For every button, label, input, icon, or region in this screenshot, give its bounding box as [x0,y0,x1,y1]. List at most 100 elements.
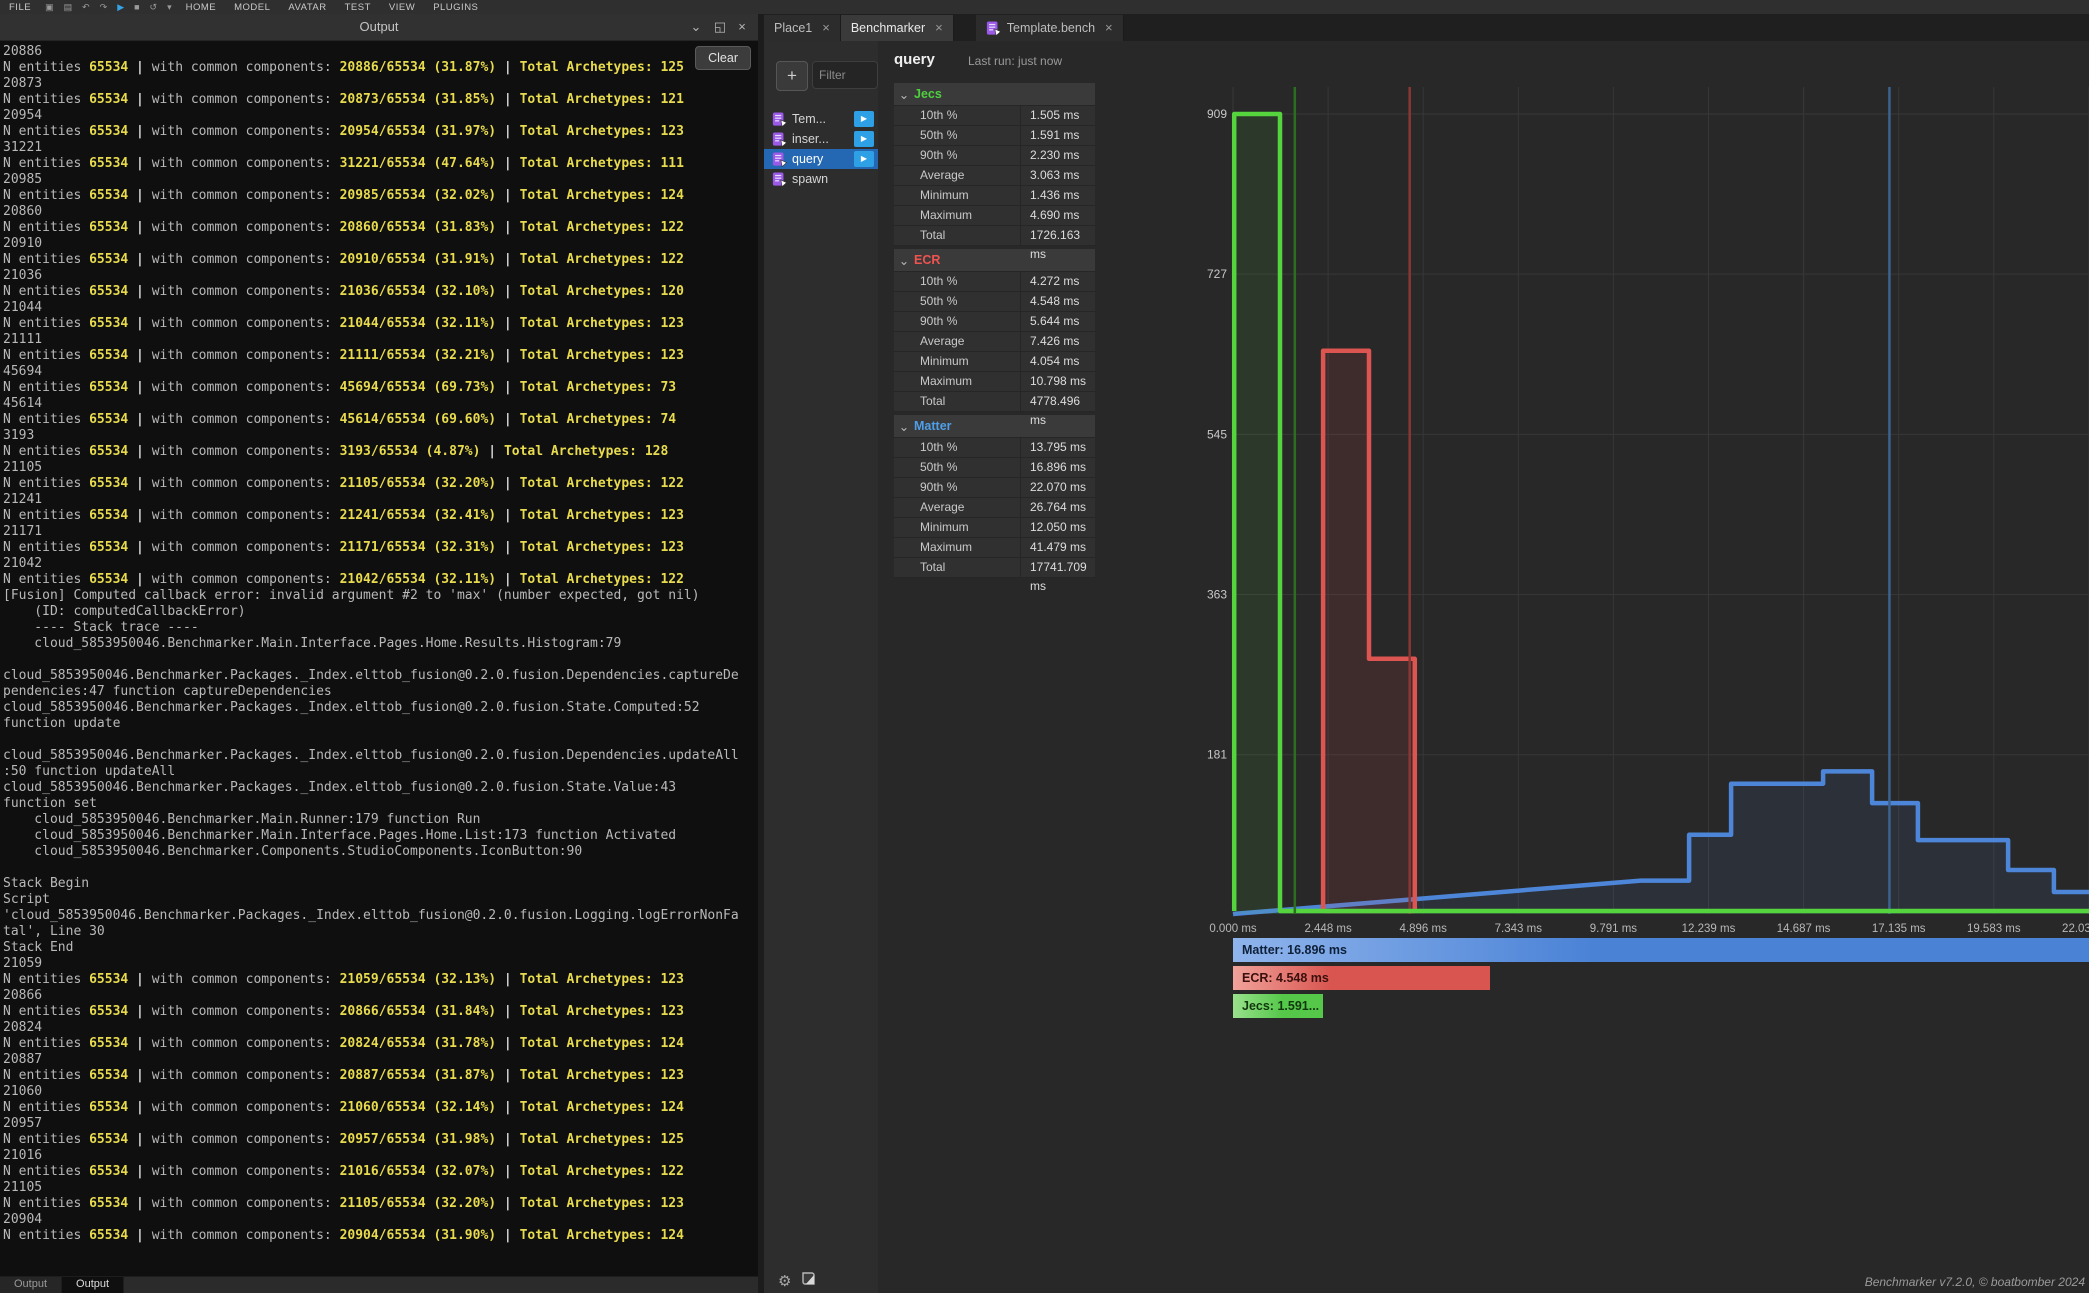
clear-button[interactable]: Clear [695,46,751,70]
error-log-line [3,732,739,748]
log-line: 20860 [3,204,739,220]
log-line: N entities 65534 | with common component… [3,444,739,460]
play-button[interactable]: ▶ [112,2,129,13]
close-icon[interactable]: × [935,15,943,41]
log-line: N entities 65534 | with common component… [3,1164,739,1180]
redo-icon[interactable]: ↷ [95,2,113,13]
doc-tab-place1[interactable]: Place1× [764,15,841,41]
dock-icon[interactable]: ◱ [710,17,730,37]
log-line: N entities 65534 | with common component… [3,1004,739,1020]
doc-tab-template-bench[interactable]: Template.bench × [976,15,1124,41]
error-log-line: function update [3,716,739,732]
close-icon[interactable]: × [732,17,752,37]
log-line: 21241 [3,492,739,508]
menu-home[interactable]: HOME [177,2,226,13]
run-benchmark-button[interactable]: ▶ [854,111,874,127]
menu-file[interactable]: FILE [0,2,40,13]
error-log-line: (ID: computedCallbackError) [3,604,739,620]
menu-test[interactable]: TEST [336,2,380,13]
log-line: 20957 [3,1116,739,1132]
log-line: N entities 65534 | with common component… [3,60,739,76]
output-console[interactable]: Clear 20886N entities 65534 | with commo… [0,41,758,1277]
histogram-chart: 1813635457279090.000 ms2.448 ms4.896 ms7… [960,87,2089,947]
log-line: 20910 [3,236,739,252]
log-line: N entities 65534 | with common component… [3,1132,739,1148]
chevron-down-icon: ⌄ [894,253,914,268]
svg-text:4.896 ms: 4.896 ms [1400,923,1448,935]
close-icon[interactable]: × [1105,15,1113,41]
run-benchmark-button[interactable]: ▶ [854,131,874,147]
error-log-line: cloud_5853950046.Benchmarker.Main.Runner… [3,812,739,828]
log-line: N entities 65534 | with common component… [3,412,739,428]
log-line: 20904 [3,1212,739,1228]
svg-text:14.687 ms: 14.687 ms [1777,923,1831,935]
section-name: ECR [914,253,940,267]
svg-text:0.000 ms: 0.000 ms [1209,923,1257,935]
menu-plugins[interactable]: PLUGINS [424,2,487,13]
log-line: 45694 [3,364,739,380]
output-panel: Output ⌄ ◱ × Clear 20886N entities 65534… [0,14,758,1293]
histogram-svg: 1813635457279090.000 ms2.448 ms4.896 ms7… [960,87,2089,947]
log-line: N entities 65534 | with common component… [3,156,739,172]
log-line: N entities 65534 | with common component… [3,284,739,300]
filter-input[interactable] [812,61,878,89]
menu-avatar[interactable]: AVATAR [279,2,335,13]
log-line: N entities 65534 | with common component… [3,508,739,524]
reset-icon[interactable]: ↺ [145,2,163,13]
benchmark-item-label: Tem... [792,112,826,126]
error-log-line: pendencies:47 function captureDependenci… [3,684,739,700]
log-line: 21105 [3,1180,739,1196]
benchmark-name: query [894,51,935,68]
log-line: 21111 [3,332,739,348]
svg-text:19.583 ms: 19.583 ms [1967,923,2021,935]
benchmarker-window: Place1×Benchmarker× Template.bench × + Tem… [758,14,2089,1293]
run-benchmark-button[interactable]: ▶ [854,151,874,167]
undo-icon[interactable]: ↶ [77,2,95,13]
close-icon[interactable]: × [822,15,830,41]
benchmark-item-Tem[interactable]: Tem... ▶ [764,109,878,129]
clipboard-icon[interactable]: ▣ [40,2,59,13]
stop-button[interactable]: ■ [129,2,144,12]
paste-icon[interactable]: ▤ [59,2,78,13]
benchmark-list-panel: + Tem...▶inser...▶query▶spawn ⚙ [764,41,879,1293]
svg-text:12.239 ms: 12.239 ms [1682,923,1736,935]
doc-tab-label: Template.bench [1007,15,1095,41]
script-icon [772,172,787,187]
log-line: 21036 [3,268,739,284]
log-line: 20866 [3,988,739,1004]
output-panel-title: Output [0,19,758,34]
log-line: N entities 65534 | with common component… [3,540,739,556]
log-line: 20954 [3,108,739,124]
collapse-chevron-icon[interactable]: ⌄ [686,17,706,37]
log-line: N entities 65534 | with common component… [3,220,739,236]
log-line: 45614 [3,396,739,412]
log-line: N entities 65534 | with common component… [3,1100,739,1116]
benchmark-item-spawn[interactable]: spawn [764,169,878,189]
menu-model[interactable]: MODEL [225,2,279,13]
output-titlebar: Output ⌄ ◱ × [0,14,758,41]
log-line: N entities 65534 | with common component… [3,1196,739,1212]
output-tab[interactable]: Output [62,1277,124,1293]
settings-gear-icon[interactable]: ⚙ [778,1272,791,1290]
error-log-line: cloud_5853950046.Benchmarker.Main.Interf… [3,636,739,652]
error-log-line: function set [3,796,739,812]
benchmark-item-inser[interactable]: inser...▶ [764,129,878,149]
doc-tab-benchmarker[interactable]: Benchmarker× [841,15,954,41]
add-benchmark-button[interactable]: + [776,61,808,91]
section-name: Jecs [914,87,942,101]
svg-text:9.791 ms: 9.791 ms [1590,923,1638,935]
log-line: N entities 65534 | with common component… [3,972,739,988]
dropdown-arrow-icon[interactable]: ▾ [162,2,177,13]
svg-text:17.135 ms: 17.135 ms [1872,923,1926,935]
menu-bar: FILE▣▤↶↷▶■↺▾HOMEMODELAVATARTESTVIEWPLUGI… [0,0,2089,14]
log-line: N entities 65534 | with common component… [3,1036,739,1052]
log-line: N entities 65534 | with common component… [3,476,739,492]
output-tab[interactable]: Output [0,1277,62,1293]
menu-view[interactable]: VIEW [380,2,424,13]
list-footer: ⚙ [778,1271,817,1291]
benchmark-item-query[interactable]: query▶ [764,149,878,169]
error-log-line: cloud_5853950046.Benchmarker.Packages._I… [3,780,739,796]
error-log-line: cloud_5853950046.Benchmarker.Components.… [3,844,739,860]
docs-book-icon[interactable] [801,1271,817,1291]
log-line: 21171 [3,524,739,540]
